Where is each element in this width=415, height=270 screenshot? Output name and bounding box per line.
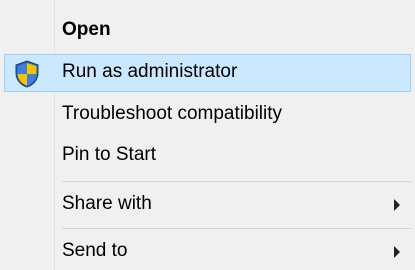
menu-item-run-as-administrator[interactable]: Run as administrator bbox=[4, 54, 411, 92]
menu-item-send-to[interactable]: Send to bbox=[0, 233, 411, 270]
uac-shield-icon bbox=[15, 60, 39, 88]
menu-item-troubleshoot-compatibility[interactable]: Troubleshoot compatibility bbox=[0, 96, 411, 134]
menu-item-label: Run as administrator bbox=[62, 61, 238, 82]
menu-separator bbox=[62, 228, 411, 229]
submenu-arrow-icon bbox=[394, 199, 400, 211]
submenu-arrow-icon bbox=[394, 246, 400, 258]
menu-item-pin-to-start[interactable]: Pin to Start bbox=[0, 137, 411, 175]
menu-item-label: Share with bbox=[62, 193, 152, 214]
menu-item-label: Send to bbox=[62, 240, 128, 261]
menu-item-open[interactable]: Open bbox=[0, 12, 411, 50]
menu-item-share-with[interactable]: Share with bbox=[0, 186, 411, 224]
menu-item-label: Pin to Start bbox=[62, 144, 156, 165]
menu-item-label: Troubleshoot compatibility bbox=[62, 103, 283, 124]
menu-item-label: Open bbox=[62, 19, 111, 40]
menu-separator bbox=[62, 181, 411, 182]
context-menu: Open Run as administrator Troubleshoot c… bbox=[0, 0, 415, 270]
